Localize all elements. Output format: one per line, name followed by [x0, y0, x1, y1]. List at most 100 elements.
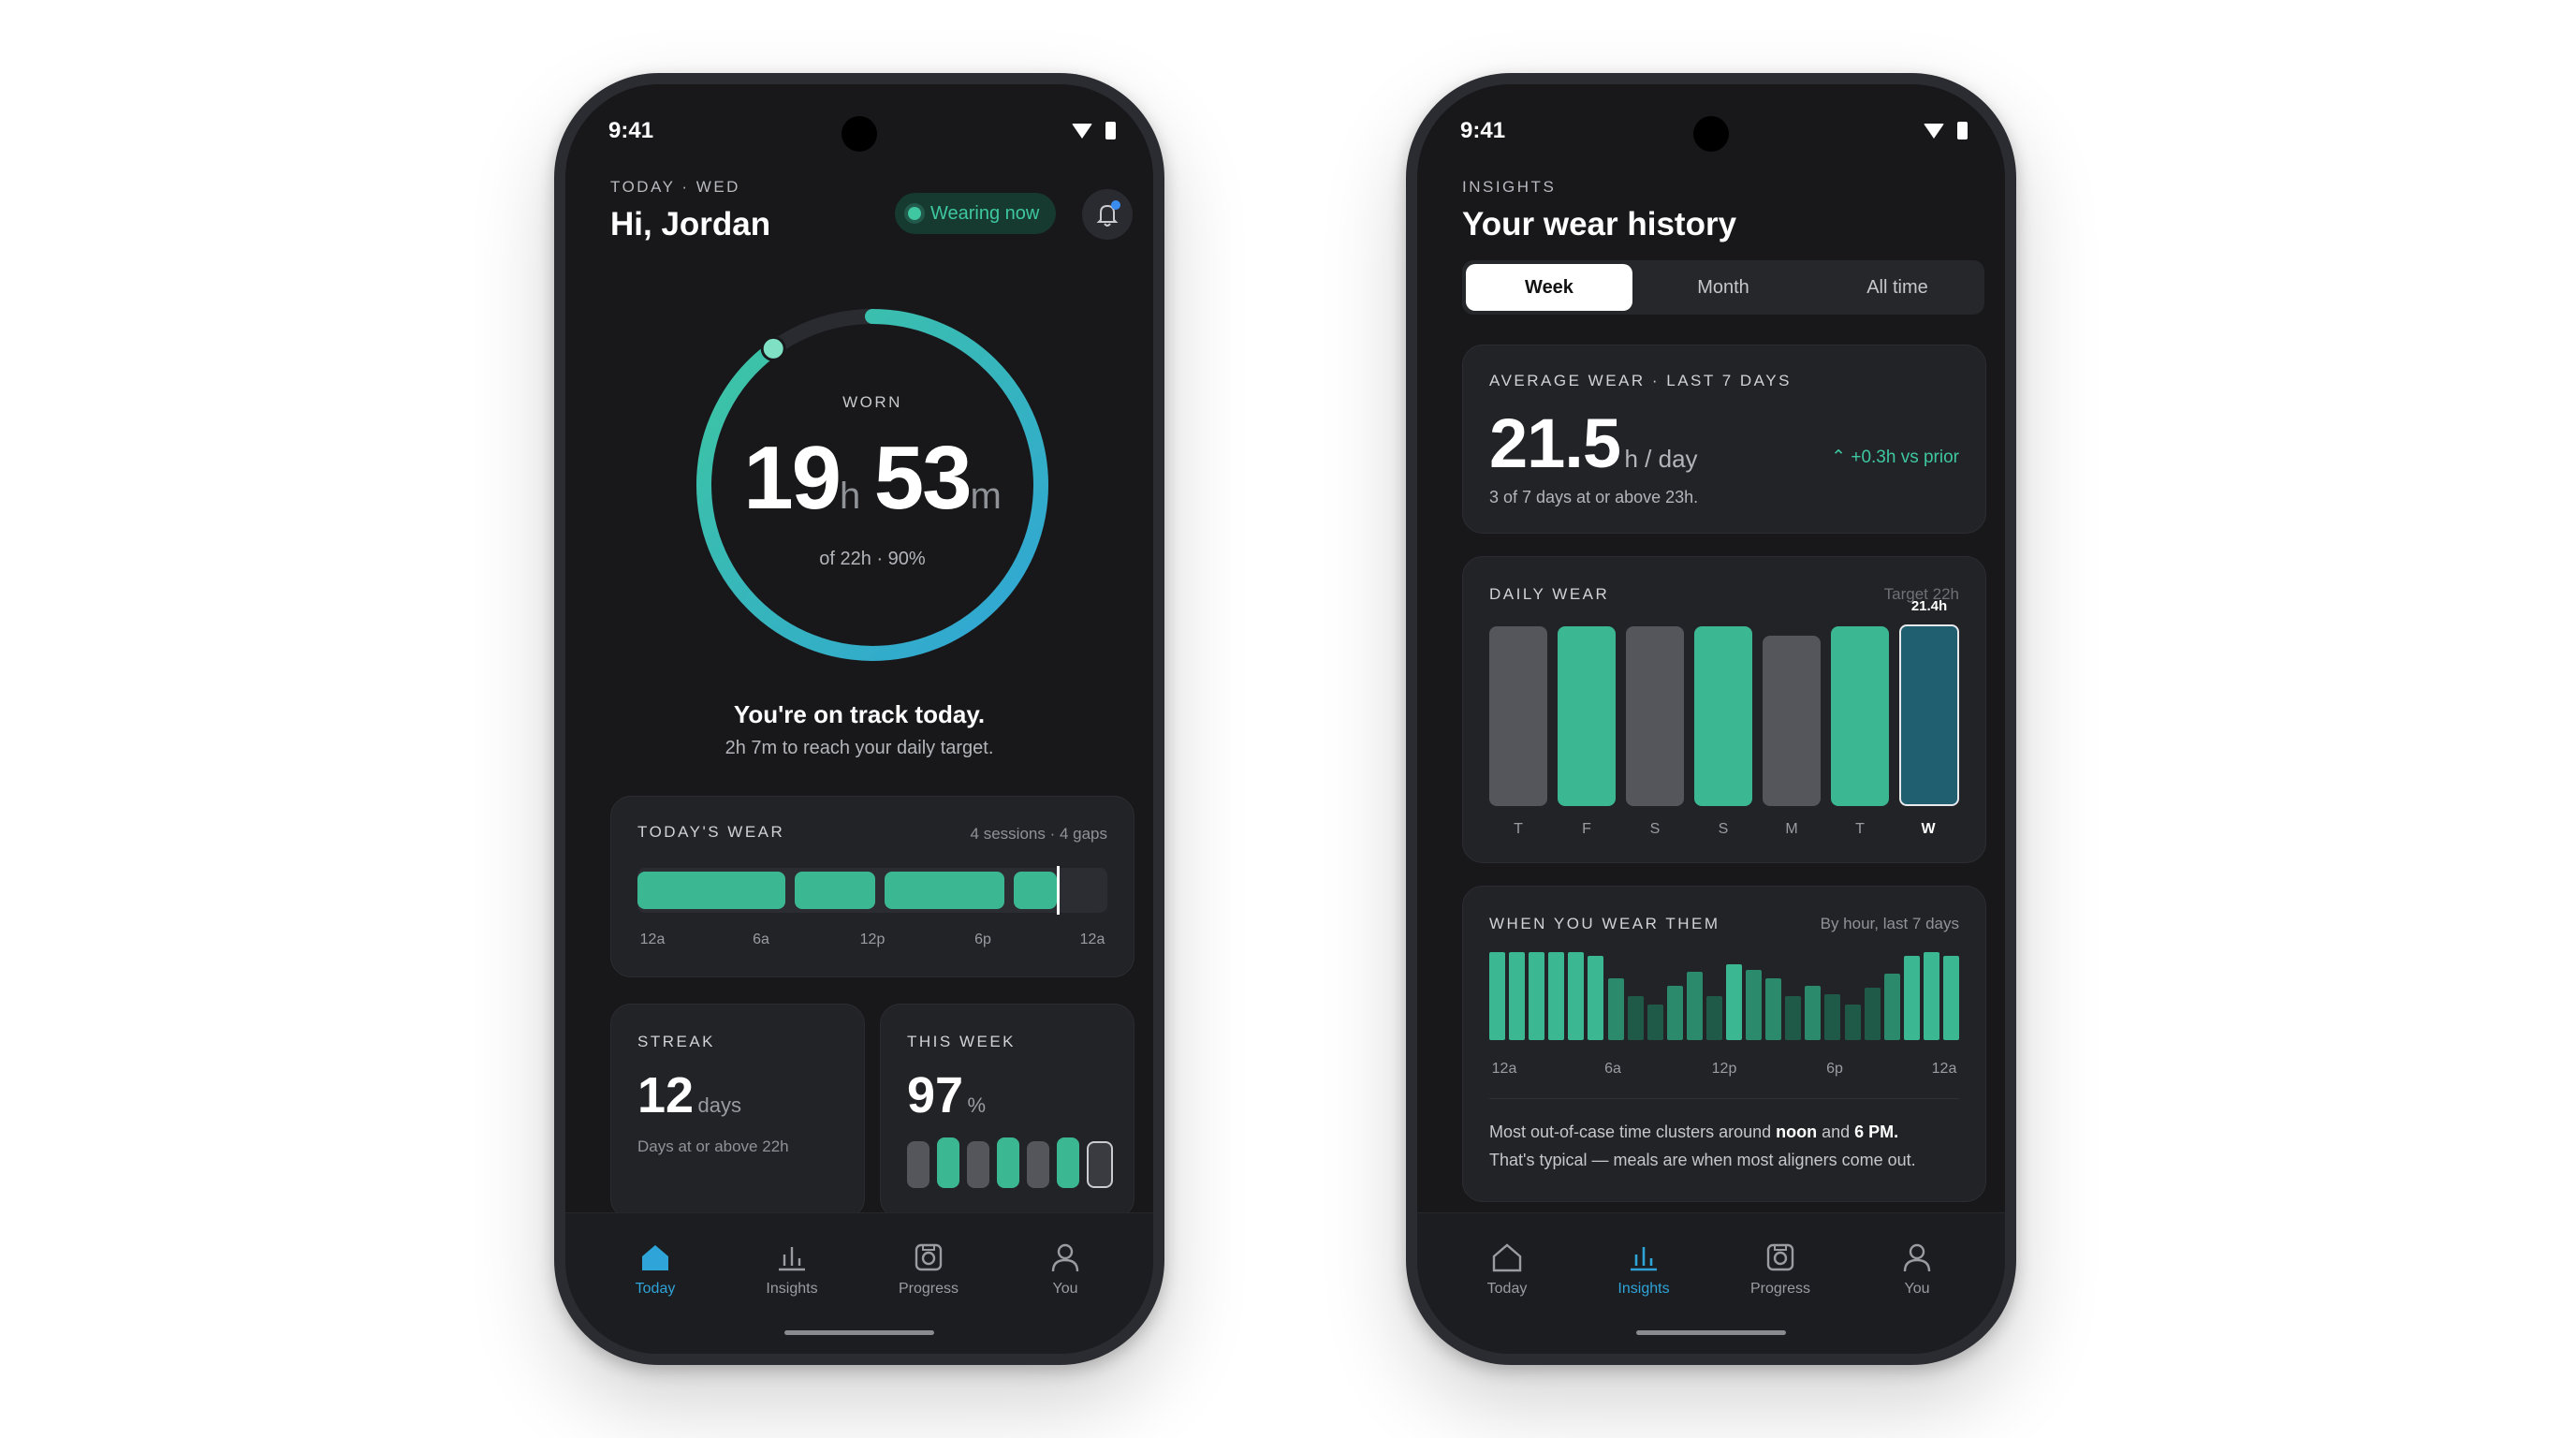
insight-note-line1: Most out-of-case time clusters around no…	[1489, 1123, 1898, 1142]
streak-value-group: 12 days	[637, 1066, 741, 1124]
minutes-unit: m	[970, 476, 1002, 517]
day-label: S	[1718, 821, 1729, 837]
mini-bar	[997, 1137, 1019, 1188]
streak-label: STREAK	[637, 1033, 716, 1050]
tab-week[interactable]: Week	[1466, 264, 1632, 311]
hour-bar	[1568, 952, 1585, 1040]
this-week-value: 97	[907, 1067, 964, 1123]
tab-all-time[interactable]: All time	[1814, 264, 1981, 311]
wear-timeline-track	[637, 866, 1107, 915]
home-indicator[interactable]	[784, 1330, 934, 1335]
streak-card[interactable]: STREAK 12 days Days at or above 22h	[610, 1004, 865, 1219]
this-week-card[interactable]: THIS WEEK 97 %	[880, 1004, 1134, 1219]
bar-chart-icon	[1631, 1247, 1657, 1271]
hour-tick: 6p	[1826, 1061, 1843, 1077]
home-indicator[interactable]	[1636, 1330, 1786, 1335]
status-time: 9:41	[1460, 118, 1506, 143]
streak-sub: Days at or above 22h	[637, 1137, 789, 1155]
note-text: and	[1817, 1123, 1855, 1141]
day-label: F	[1582, 821, 1591, 837]
average-wear-card[interactable]: AVERAGE WEAR · LAST 7 DAYS 21.5 h / day …	[1462, 345, 1986, 534]
daily-bar[interactable]	[1763, 636, 1821, 806]
battery-icon	[1105, 122, 1116, 139]
camera-cutout	[1693, 116, 1729, 152]
status-time: 9:41	[608, 118, 654, 143]
wearing-dot-icon	[908, 207, 921, 220]
hour-bar	[1666, 986, 1683, 1040]
hourly-bars	[1489, 952, 1959, 1040]
hour-bar	[1509, 952, 1526, 1040]
hour-bar	[1824, 994, 1841, 1040]
average-delta: ⌃ +0.3h vs prior	[1831, 447, 1959, 468]
tab-month[interactable]: Month	[1640, 264, 1807, 311]
nav-today[interactable]: Today	[1451, 1241, 1563, 1298]
wear-session-1	[637, 872, 785, 909]
hour-bar	[1548, 952, 1565, 1040]
card-divider	[1489, 1098, 1959, 1099]
hours-unit: h	[839, 476, 861, 517]
hour-bar	[1627, 996, 1644, 1040]
insights-screen: 9:41 INSIGHTS Your wear history Week Mon…	[1417, 84, 2005, 1354]
bell-icon	[1096, 200, 1120, 227]
nav-today-label: Today	[1486, 1281, 1528, 1297]
status-icons	[1072, 122, 1116, 139]
this-week-unit: %	[967, 1093, 987, 1117]
progress-icon	[1766, 1243, 1794, 1271]
mini-bar	[937, 1137, 959, 1188]
daily-bar[interactable]	[1626, 626, 1684, 806]
mini-bar-today	[1087, 1141, 1113, 1188]
todays-wear-card[interactable]: TODAY'S WEAR 4 sessions · 4 gaps 12a 6a …	[610, 796, 1134, 977]
wifi-icon	[1072, 123, 1092, 139]
hour-bar	[1765, 978, 1782, 1040]
insights-eyebrow: INSIGHTS	[1462, 178, 1557, 196]
hour-bar	[1607, 978, 1624, 1040]
hour-bar	[1883, 974, 1900, 1040]
wearing-now-badge[interactable]: Wearing now	[895, 193, 1057, 234]
daily-bar[interactable]	[1694, 626, 1752, 806]
hour-bar	[1588, 956, 1604, 1040]
daily-bar[interactable]	[1558, 626, 1616, 806]
hour-bar	[1529, 952, 1545, 1040]
day-label: T	[1514, 821, 1523, 837]
hour-bar	[1726, 964, 1743, 1040]
when-you-wear-meta: By hour, last 7 days	[1820, 915, 1959, 932]
person-icon	[1903, 1243, 1931, 1272]
hour-bar	[1864, 988, 1881, 1040]
nav-progress-label: Progress	[898, 1281, 959, 1297]
daily-wear-card[interactable]: DAILY WEAR Target 22h 21.4h T F S S M T …	[1462, 556, 1986, 863]
hour-tick: 12a	[1491, 1061, 1517, 1077]
today-screen: 9:41 TODAY · WED Hi, Jordan Wearing now	[565, 84, 1153, 1354]
hour-bar	[1785, 996, 1802, 1040]
date-eyebrow: TODAY · WED	[610, 178, 740, 196]
nav-progress[interactable]: Progress	[872, 1241, 985, 1298]
hour-bar	[1844, 1005, 1861, 1040]
daily-bar-selected[interactable]	[1899, 624, 1959, 806]
nav-you[interactable]: You	[1861, 1241, 1973, 1298]
nav-progress[interactable]: Progress	[1724, 1241, 1837, 1298]
mini-bar	[1027, 1141, 1049, 1188]
day-label-selected: W	[1921, 821, 1936, 837]
timeline-tick: 6p	[974, 932, 991, 947]
nav-insights-label: Insights	[1617, 1281, 1670, 1297]
nav-you-label: You	[1904, 1281, 1930, 1297]
this-week-mini-bars	[907, 1136, 1113, 1192]
when-you-wear-card[interactable]: WHEN YOU WEAR THEM By hour, last 7 days …	[1462, 886, 1986, 1202]
nav-today[interactable]: Today	[599, 1241, 711, 1298]
nav-you-label: You	[1052, 1281, 1078, 1297]
timeline-tick: 12a	[1079, 932, 1105, 947]
hour-tick: 6a	[1604, 1061, 1621, 1077]
todays-wear-label: TODAY'S WEAR	[637, 823, 785, 841]
streak-unit: days	[697, 1093, 742, 1117]
hour-bar	[1903, 956, 1920, 1040]
daily-bar[interactable]	[1831, 626, 1889, 806]
nav-insights[interactable]: Insights	[1588, 1241, 1700, 1298]
nav-insights[interactable]: Insights	[736, 1241, 848, 1298]
daily-bar[interactable]	[1489, 626, 1547, 806]
wifi-icon	[1924, 123, 1944, 139]
nav-you[interactable]: You	[1009, 1241, 1121, 1298]
day-label: S	[1649, 821, 1661, 837]
notifications-button[interactable]	[1082, 189, 1133, 240]
battery-icon	[1957, 122, 1968, 139]
wear-session-4	[1014, 872, 1057, 909]
timeline-tick: 12p	[859, 932, 886, 947]
